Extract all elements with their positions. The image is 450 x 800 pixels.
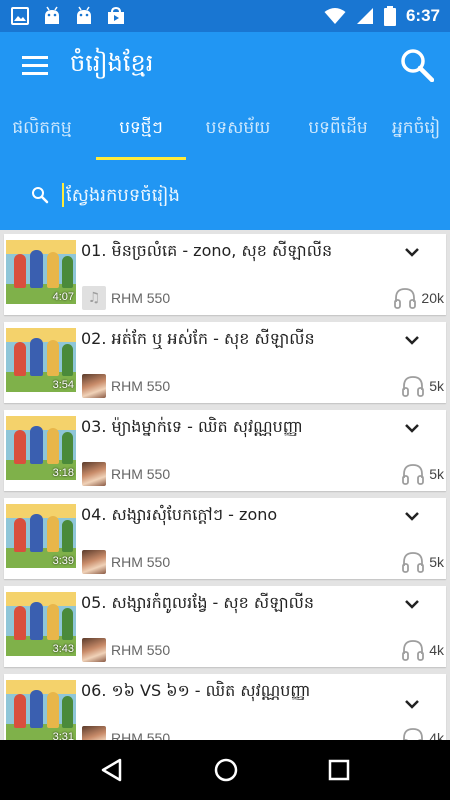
album-name: RHM 550 bbox=[111, 378, 171, 394]
text-cursor bbox=[62, 183, 64, 207]
headphones-icon bbox=[402, 376, 425, 397]
listen-count-value: 20k bbox=[421, 290, 444, 306]
artist-avatar bbox=[82, 550, 106, 574]
system-navigation-bar bbox=[0, 740, 450, 800]
chevron-down-icon[interactable] bbox=[402, 330, 422, 350]
song-item[interactable]: 3:43 05. សង្សារកំពូលរង្វែ - សុខ សីឡាលីន … bbox=[4, 586, 446, 667]
listen-count-value: 4k bbox=[429, 642, 444, 658]
headphones-icon bbox=[402, 464, 425, 485]
chevron-down-icon[interactable] bbox=[402, 594, 422, 614]
song-duration: 3:31 bbox=[52, 731, 74, 740]
song-title: 06. ១៦ VS ៦១ - ឈិត សុវណ្ណបញ្ញា bbox=[81, 681, 311, 700]
tab-old-songs[interactable]: បទពីដើម bbox=[290, 98, 386, 160]
search-input[interactable] bbox=[66, 184, 426, 206]
notification-icons bbox=[10, 6, 126, 26]
album-name: RHM 550 bbox=[111, 642, 171, 658]
listen-count-value: 4k bbox=[429, 730, 444, 740]
song-item[interactable]: 4:07 01. មិនច្រលំគេ - zono, សុខ សីឡាលីន … bbox=[4, 234, 446, 315]
listen-count: 4k bbox=[386, 636, 446, 664]
album-name: RHM 550 bbox=[111, 730, 171, 740]
app-title: ចំរៀងខ្មែរ bbox=[70, 48, 154, 77]
listen-count-value: 5k bbox=[429, 378, 444, 394]
song-duration: 3:54 bbox=[52, 379, 74, 391]
status-time: 6:37 bbox=[405, 6, 440, 25]
music-note-icon: ♫ bbox=[82, 286, 106, 310]
tab-modern-songs[interactable]: បទសម័យ bbox=[192, 98, 284, 160]
listen-count: 5k bbox=[386, 460, 446, 488]
song-title: 02. អត់កែ ឬ អស់កែ - សុខ សីឡាលីន bbox=[81, 329, 315, 348]
song-title: 03. ម៉្យាងម្នាក់ទេ - ឈិត សុវណ្ណបញ្ញា bbox=[81, 417, 303, 436]
song-title: 01. មិនច្រលំគេ - zono, សុខ សីឡាលីន bbox=[81, 241, 333, 260]
listen-count: 5k bbox=[386, 372, 446, 400]
album-thumbnail: 3:54 bbox=[6, 328, 76, 392]
android-icon bbox=[45, 6, 59, 24]
chevron-down-icon[interactable] bbox=[402, 242, 422, 262]
listen-count: 5k bbox=[386, 548, 446, 576]
listen-count: 4k bbox=[386, 724, 446, 740]
signal-icon bbox=[356, 8, 373, 24]
battery-icon bbox=[383, 6, 396, 26]
song-item[interactable]: 3:18 03. ម៉្យាងម្នាក់ទេ - ឈិត សុវណ្ណបញ្ញ… bbox=[4, 410, 446, 491]
album-thumbnail: 3:18 bbox=[6, 416, 76, 480]
app-bar: ចំរៀងខ្មែរ bbox=[0, 32, 450, 98]
chevron-down-icon[interactable] bbox=[402, 418, 422, 438]
song-duration: 3:39 bbox=[52, 555, 74, 567]
artist-avatar bbox=[82, 638, 106, 662]
search-bar bbox=[0, 160, 450, 230]
search-icon bbox=[32, 187, 49, 204]
album-name: RHM 550 bbox=[111, 554, 171, 570]
chevron-down-icon[interactable] bbox=[402, 694, 422, 714]
android-icon bbox=[77, 6, 91, 24]
album-thumbnail: 4:07 bbox=[6, 240, 76, 304]
headphones-icon bbox=[402, 552, 425, 573]
home-icon[interactable] bbox=[213, 757, 239, 783]
artist-avatar bbox=[82, 726, 106, 740]
album-name: RHM 550 bbox=[111, 466, 171, 482]
song-item[interactable]: 3:54 02. អត់កែ ឬ អស់កែ - សុខ សីឡាលីន RHM… bbox=[4, 322, 446, 403]
store-icon bbox=[108, 6, 124, 24]
system-icons: 6:37 bbox=[324, 6, 440, 26]
headphones-icon bbox=[402, 640, 425, 661]
listen-count-value: 5k bbox=[429, 466, 444, 482]
album-thumbnail: 3:43 bbox=[6, 592, 76, 656]
headphones-icon bbox=[394, 288, 417, 309]
album-thumbnail: 3:31 bbox=[6, 680, 76, 740]
album-name: RHM 550 bbox=[111, 290, 171, 306]
song-title: 05. សង្សារកំពូលរង្វែ - សុខ សីឡាលីន bbox=[81, 593, 315, 612]
category-tabs: ផលិតកម្ម បទថ្មីៗ បទសម័យ បទពីដើម អ្នកចំរៀ bbox=[0, 98, 450, 160]
menu-button[interactable] bbox=[0, 32, 70, 98]
song-item[interactable]: 3:31 06. ១៦ VS ៦១ - ឈិត សុវណ្ណបញ្ញា RHM … bbox=[4, 674, 446, 740]
listen-count-value: 5k bbox=[429, 554, 444, 570]
song-list[interactable]: 4:07 01. មិនច្រលំគេ - zono, សុខ សីឡាលីន … bbox=[0, 234, 450, 740]
image-icon bbox=[11, 7, 29, 25]
song-duration: 4:07 bbox=[52, 291, 74, 303]
wifi-icon bbox=[324, 8, 346, 24]
song-duration: 3:43 bbox=[52, 643, 74, 655]
artist-avatar bbox=[82, 462, 106, 486]
song-item[interactable]: 3:39 04. សង្សារសុំបែកក្តៅៗ - zono RHM 55… bbox=[4, 498, 446, 579]
tab-production[interactable]: ផលិតកម្ម bbox=[0, 98, 90, 160]
tab-singers[interactable]: អ្នកចំរៀ bbox=[392, 98, 450, 160]
headphones-icon bbox=[403, 728, 424, 740]
search-button[interactable] bbox=[384, 32, 450, 98]
song-duration: 3:18 bbox=[52, 467, 74, 479]
album-thumbnail: 3:39 bbox=[6, 504, 76, 568]
menu-icon bbox=[22, 56, 48, 75]
search-icon bbox=[401, 49, 434, 82]
artist-avatar bbox=[82, 374, 106, 398]
chevron-down-icon[interactable] bbox=[402, 506, 422, 526]
back-icon[interactable] bbox=[99, 757, 125, 783]
listen-count: 20k bbox=[386, 284, 446, 312]
tab-new-songs[interactable]: បទថ្មីៗ bbox=[96, 98, 186, 160]
song-title: 04. សង្សារសុំបែកក្តៅៗ - zono bbox=[81, 505, 278, 524]
recents-icon[interactable] bbox=[327, 758, 351, 782]
status-bar: 6:37 bbox=[0, 0, 450, 32]
